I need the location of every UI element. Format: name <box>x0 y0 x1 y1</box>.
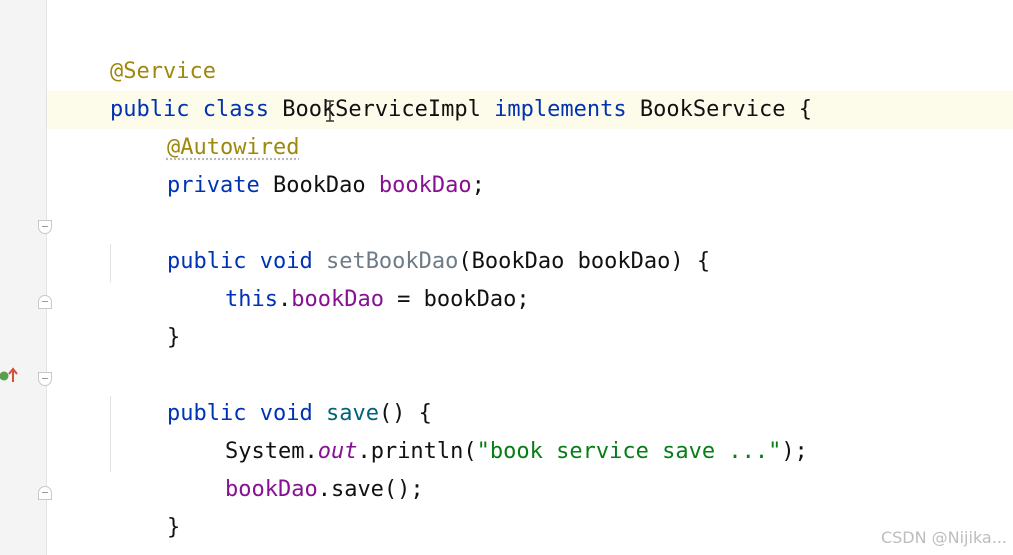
code-line-10[interactable]: public void save() { <box>114 357 432 426</box>
keyword-this: this <box>224 287 278 312</box>
close-brace: } <box>166 325 181 350</box>
code-line-8[interactable]: } <box>114 281 180 350</box>
string-literal: "book service save ..." <box>476 439 782 464</box>
dot: . <box>277 287 292 312</box>
assignment: = bookDao; <box>383 287 530 312</box>
code-line-3[interactable]: @Autowired <box>114 91 299 160</box>
editor-gutter[interactable] <box>0 0 47 555</box>
code-line-12[interactable]: bookDao.save(); <box>172 433 424 502</box>
semicolon: ; <box>471 173 485 198</box>
class-name: BookServiceImpl <box>282 97 481 122</box>
open-brace: { <box>798 97 813 122</box>
code-line-13[interactable]: } <box>114 471 180 540</box>
code-line-4[interactable]: private BookDao bookDao; <box>114 129 485 198</box>
keyword-implements: implements <box>494 97 627 122</box>
field-bookdao: bookDao <box>378 173 472 198</box>
keyword-private: private <box>166 173 260 198</box>
code-editor[interactable]: @Service public class BookServiceImpl im… <box>0 0 1013 555</box>
fold-marker-icon[interactable] <box>38 295 52 309</box>
text-cursor-icon <box>326 100 334 122</box>
interface-name: BookService <box>639 97 786 122</box>
indent-guide <box>110 396 111 472</box>
call-end: ); <box>781 439 808 464</box>
save-call: .save(); <box>317 477 424 502</box>
fold-marker-icon[interactable] <box>38 372 52 386</box>
close-brace: } <box>166 515 181 540</box>
field-bookdao: bookDao <box>291 287 384 312</box>
code-line-2[interactable]: public class BookServiceImpl implements … <box>57 53 812 122</box>
code-line-1[interactable]: @Service <box>57 15 216 84</box>
code-line-14[interactable]: } <box>57 509 123 555</box>
watermark: CSDN @Nijika... <box>880 528 1007 547</box>
fold-marker-icon[interactable] <box>38 220 52 234</box>
field-bookdao: bookDao <box>224 477 318 502</box>
field-type: BookDao <box>272 173 366 198</box>
code-line-11[interactable]: System.out.println("book service save ..… <box>172 395 808 464</box>
fold-marker-icon[interactable] <box>38 486 52 500</box>
implements-method-icon[interactable] <box>0 366 20 386</box>
indent-guide <box>110 244 111 282</box>
code-line-7[interactable]: this.bookDao = bookDao; <box>172 243 530 312</box>
code-line-6[interactable]: public void setBookDao(BookDao bookDao) … <box>114 205 710 274</box>
